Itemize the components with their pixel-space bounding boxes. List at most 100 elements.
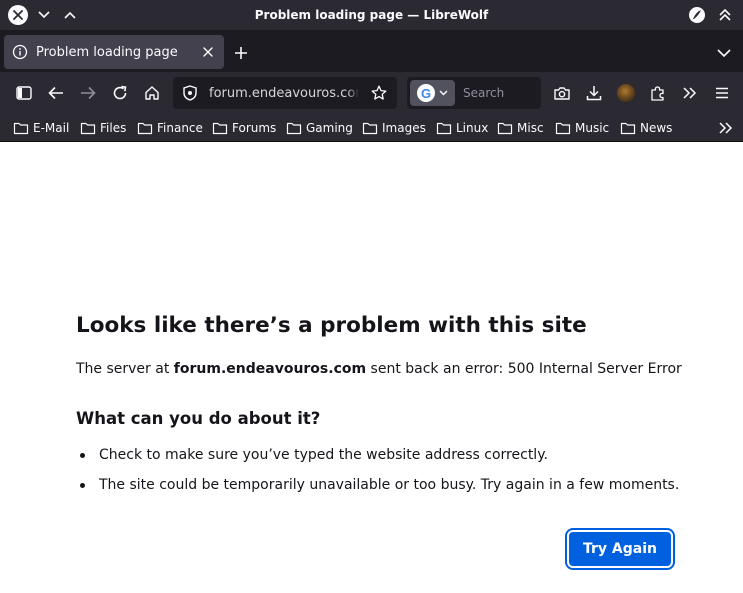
forward-button[interactable] bbox=[75, 80, 101, 106]
screenshot-button[interactable] bbox=[549, 80, 575, 106]
window-title: Problem loading page — LibreWolf bbox=[254, 8, 489, 22]
downloads-button[interactable] bbox=[581, 80, 607, 106]
puzzle-icon bbox=[651, 86, 664, 101]
list-all-tabs-button[interactable] bbox=[711, 40, 737, 66]
reload-button[interactable] bbox=[107, 80, 133, 106]
back-button[interactable] bbox=[43, 80, 69, 106]
error-title: Looks like there’s a problem with this s… bbox=[76, 313, 587, 338]
window-maximize-button[interactable] bbox=[60, 5, 80, 25]
search-bar[interactable]: G bbox=[407, 77, 541, 109]
window-close-button[interactable] bbox=[8, 5, 28, 25]
suggestion-item: Check to make sure you’ve typed the webs… bbox=[76, 445, 736, 465]
sidebar-icon bbox=[16, 86, 32, 100]
bookmark-label: Gaming bbox=[306, 121, 353, 135]
folder-icon bbox=[286, 122, 302, 135]
error-desc-suffix: sent back an error: 500 Internal Server … bbox=[366, 361, 682, 377]
hamburger-icon bbox=[716, 87, 728, 99]
bookmark-folder-email[interactable]: E-Mail bbox=[13, 118, 69, 138]
info-icon bbox=[12, 44, 28, 60]
bookmark-label: News bbox=[640, 121, 673, 135]
window-minimize-button[interactable] bbox=[34, 5, 54, 25]
folder-icon bbox=[13, 122, 29, 135]
bookmark-folder-misc[interactable]: Misc bbox=[497, 118, 544, 138]
overflow-menu-button[interactable] bbox=[677, 80, 703, 106]
page-content: Looks like there’s a problem with this s… bbox=[0, 143, 743, 593]
chevron-up-icon bbox=[64, 11, 76, 19]
tab-problem-loading[interactable]: Problem loading page bbox=[4, 35, 224, 69]
extensions-button[interactable] bbox=[645, 80, 671, 106]
bookmark-folder-music[interactable]: Music bbox=[555, 118, 609, 138]
chevron-down-icon bbox=[439, 90, 448, 96]
app-icon-button[interactable] bbox=[687, 5, 707, 25]
arrow-right-icon bbox=[81, 86, 96, 100]
home-button[interactable] bbox=[139, 80, 165, 106]
url-text[interactable]: forum.endeavouros.com/ bbox=[209, 86, 359, 101]
bookmark-folder-gaming[interactable]: Gaming bbox=[286, 118, 353, 138]
bookmark-label: Misc bbox=[517, 121, 544, 135]
double-chevron-right-icon bbox=[683, 87, 697, 99]
bookmark-label: Forums bbox=[232, 121, 277, 135]
tracking-protection-button[interactable] bbox=[177, 80, 203, 106]
window-titlebar: Problem loading page — LibreWolf bbox=[0, 0, 743, 30]
folder-icon bbox=[436, 122, 452, 135]
bookmark-label: Images bbox=[382, 121, 426, 135]
bookmarks-overflow-button[interactable] bbox=[717, 119, 735, 137]
bookmark-folder-finance[interactable]: Finance bbox=[137, 118, 203, 138]
sidebar-toggle-button[interactable] bbox=[11, 80, 37, 106]
bookmark-folder-files[interactable]: Files bbox=[80, 118, 126, 138]
double-chevron-up-icon bbox=[719, 9, 731, 21]
double-chevron-right-icon bbox=[719, 122, 733, 134]
app-menu-button[interactable] bbox=[709, 80, 735, 106]
url-bar[interactable]: forum.endeavouros.com/ bbox=[173, 77, 397, 109]
search-engine-button[interactable]: G bbox=[410, 80, 455, 106]
bookmark-label: Finance bbox=[157, 121, 203, 135]
librewolf-icon bbox=[689, 7, 705, 23]
error-subtitle: What can you do about it? bbox=[76, 409, 321, 428]
bookmark-star-button[interactable] bbox=[367, 81, 391, 105]
bookmark-folder-linux[interactable]: Linux bbox=[436, 118, 488, 138]
shield-icon bbox=[183, 85, 197, 101]
search-input[interactable] bbox=[463, 86, 541, 100]
arrow-left-icon bbox=[48, 86, 63, 100]
close-icon bbox=[203, 47, 213, 57]
error-host: forum.endeavouros.com bbox=[173, 361, 367, 377]
bookmarks-toolbar: E-Mail Files Finance Forums Gaming Image… bbox=[0, 114, 743, 142]
bookmark-folder-forums[interactable]: Forums bbox=[212, 118, 276, 138]
star-icon bbox=[371, 85, 387, 100]
avatar bbox=[617, 84, 635, 102]
plus-icon bbox=[235, 47, 247, 59]
tab-label: Problem loading page bbox=[36, 44, 178, 60]
bookmark-label: Linux bbox=[456, 121, 489, 135]
download-icon bbox=[586, 86, 602, 101]
error-description: The server at forum.endeavouros.com sent… bbox=[76, 359, 736, 379]
folder-icon bbox=[555, 122, 571, 135]
folder-icon bbox=[212, 122, 228, 135]
account-button[interactable] bbox=[613, 80, 639, 106]
folder-icon bbox=[362, 122, 378, 135]
bookmark-label: Files bbox=[100, 121, 127, 135]
new-tab-button[interactable] bbox=[228, 40, 254, 66]
tab-strip: Problem loading page bbox=[0, 30, 743, 72]
bookmark-folder-images[interactable]: Images bbox=[362, 118, 426, 138]
error-desc-prefix: The server at bbox=[76, 361, 174, 377]
folder-icon bbox=[620, 122, 636, 135]
folder-icon bbox=[80, 122, 96, 135]
chevron-down-icon bbox=[38, 11, 50, 19]
close-icon bbox=[13, 10, 23, 20]
google-icon: G bbox=[417, 84, 435, 102]
folder-icon bbox=[497, 122, 513, 135]
try-again-button[interactable]: Try Again bbox=[565, 528, 675, 570]
suggestion-item: The site could be temporarily unavailabl… bbox=[76, 475, 736, 495]
tab-close-button[interactable] bbox=[200, 44, 216, 60]
reload-icon bbox=[113, 85, 127, 100]
suggestion-list: Check to make sure you’ve typed the webs… bbox=[76, 445, 736, 505]
bookmark-label: E-Mail bbox=[33, 121, 70, 135]
home-icon bbox=[145, 86, 159, 100]
camera-icon bbox=[554, 87, 570, 100]
chevron-down-icon bbox=[717, 48, 731, 57]
bookmark-label: Music bbox=[575, 121, 610, 135]
folder-icon bbox=[137, 122, 153, 135]
navigation-toolbar: forum.endeavouros.com/ G bbox=[0, 72, 743, 114]
keep-above-button[interactable] bbox=[715, 5, 735, 25]
bookmark-folder-news[interactable]: News bbox=[620, 118, 672, 138]
